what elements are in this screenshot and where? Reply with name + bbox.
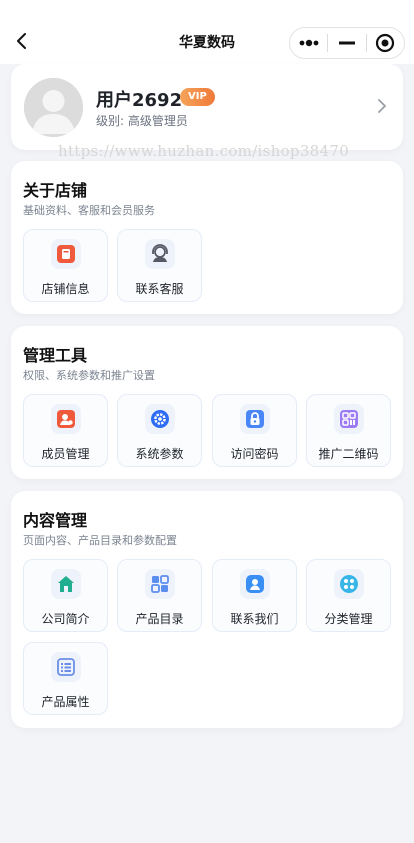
close-button[interactable] — [367, 28, 404, 58]
tile-promo-qrcode[interactable]: 推广二维码 — [306, 394, 391, 467]
mini-program-capsule — [289, 27, 405, 59]
tile-member-management[interactable]: 成员管理 — [23, 394, 108, 467]
section-title: 关于店铺 — [23, 181, 88, 200]
tile-label: 店铺信息 — [41, 282, 90, 296]
headset-icon — [145, 239, 175, 269]
tile-label: 产品属性 — [41, 695, 90, 709]
user-level: 级别: 高级管理员 — [96, 114, 188, 128]
section-about-store: 关于店铺 基础资料、客服和会员服务 店铺信息 联系客服 — [11, 161, 403, 314]
store-icon — [51, 239, 81, 269]
tile-label: 联系我们 — [230, 612, 279, 626]
tile-label: 系统参数 — [135, 447, 184, 461]
gear-icon — [145, 404, 175, 434]
lock-icon — [240, 404, 270, 434]
tile-label: 产品目录 — [135, 612, 184, 626]
tile-product-attributes[interactable]: 产品属性 — [23, 642, 108, 715]
list-icon — [51, 652, 81, 682]
tile-label: 推广二维码 — [318, 447, 379, 461]
tile-company-profile[interactable]: 公司简介 — [23, 559, 108, 632]
tile-contact-service[interactable]: 联系客服 — [117, 229, 202, 302]
member-icon — [51, 404, 81, 434]
category-icon — [334, 569, 364, 599]
vip-badge: VIP — [180, 88, 215, 106]
more-dots-icon — [299, 39, 319, 47]
section-subtitle: 页面内容、产品目录和参数配置 — [23, 534, 177, 547]
section-title: 内容管理 — [23, 511, 88, 530]
tile-label: 成员管理 — [41, 447, 90, 461]
qr-code-icon — [334, 404, 364, 434]
tile-product-catalog[interactable]: 产品目录 — [117, 559, 202, 632]
chevron-right-icon — [378, 99, 386, 113]
tile-system-params[interactable]: 系统参数 — [117, 394, 202, 467]
profile-card[interactable]: 用户2692 VIP 级别: 高级管理员 — [11, 64, 403, 150]
minus-icon — [338, 41, 355, 45]
section-management-tools: 管理工具 权限、系统参数和推广设置 成员管理 系统参数 访问密码 推广二维码 — [11, 326, 403, 479]
nav-bar: 华夏数码 — [0, 0, 414, 64]
target-circle-icon — [376, 33, 395, 53]
user-name: 用户2692 — [96, 90, 183, 111]
user-placeholder-icon — [24, 78, 83, 137]
tile-label: 分类管理 — [324, 612, 373, 626]
tile-label: 访问密码 — [230, 447, 279, 461]
avatar — [24, 78, 83, 137]
section-subtitle: 权限、系统参数和推广设置 — [23, 369, 155, 382]
tile-label: 联系客服 — [135, 282, 184, 296]
tile-label: 公司简介 — [41, 612, 90, 626]
contact-icon — [240, 569, 270, 599]
tile-store-info[interactable]: 店铺信息 — [23, 229, 108, 302]
tile-contact-us[interactable]: 联系我们 — [212, 559, 297, 632]
watermark-text: https://www.huzhan.com/ishop38470 — [58, 142, 350, 160]
more-button[interactable] — [290, 28, 327, 58]
home-icon — [51, 569, 81, 599]
minimize-button[interactable] — [328, 28, 365, 58]
tile-access-password[interactable]: 访问密码 — [212, 394, 297, 467]
tile-category-management[interactable]: 分类管理 — [306, 559, 391, 632]
section-content-management: 内容管理 页面内容、产品目录和参数配置 公司简介 产品目录 联系我们 分类管理 … — [11, 491, 403, 728]
section-title: 管理工具 — [23, 346, 88, 365]
section-subtitle: 基础资料、客服和会员服务 — [23, 204, 155, 217]
catalog-icon — [145, 569, 175, 599]
